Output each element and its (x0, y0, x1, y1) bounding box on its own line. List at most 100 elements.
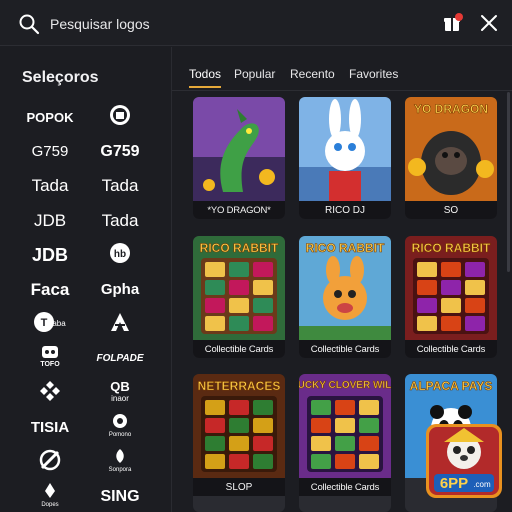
provider-label: SING (100, 487, 140, 505)
svg-text:Dopes: Dopes (41, 502, 58, 507)
diamond-cluster-icon (38, 379, 62, 408)
game-thumbnail: RICO RABBIT (193, 236, 285, 340)
provider-tofo-logo[interactable]: TOFO (10, 345, 90, 373)
provider-sonpora-logo[interactable]: Sonpora (80, 448, 160, 476)
game-card[interactable]: RICO DJ (299, 97, 391, 219)
sidebar-title: Seleçoros (22, 69, 99, 86)
active-tab-indicator (189, 86, 221, 88)
game-card[interactable]: *YO DRAGON* (193, 97, 285, 219)
provider-dopes-logo[interactable]: Dopes (10, 483, 90, 511)
slash-emblem-icon (38, 448, 62, 477)
game-thumbnail: NETERRACES (193, 374, 285, 478)
cat-badge-icon (109, 104, 131, 131)
game-card[interactable]: NETERRACES SLOP (193, 374, 285, 512)
provider-tada[interactable]: Tada (10, 172, 90, 200)
svg-text:T: T (41, 317, 48, 329)
top-bar: Pesquisar logos (0, 0, 512, 46)
provider-label: G759 (31, 143, 69, 160)
sonpora-logo-icon: Sonpora (105, 447, 135, 478)
svg-text:Sonpora: Sonpora (109, 467, 132, 473)
provider-label: Faca (30, 279, 70, 299)
provider-jdb[interactable]: JDB (10, 241, 90, 269)
game-thumbnail: RICO RABBIT (405, 236, 497, 340)
tofo-logo-icon: TOFO (38, 344, 62, 373)
svg-text:aba: aba (52, 319, 66, 328)
game-card[interactable]: LUCKY CLOVER WILD Collectible Cards (299, 374, 391, 512)
provider-label: FOLPADE (96, 353, 144, 364)
game-card[interactable]: RICO RABBIT Collectible Cards (299, 236, 391, 358)
svg-text:inaor: inaor (111, 394, 129, 403)
game-title: SO (405, 201, 497, 219)
tab-todos[interactable]: Todos (189, 67, 221, 81)
svg-text:Pomono: Pomono (109, 432, 132, 438)
promo-sub: .com (473, 480, 491, 489)
card-banner: RICO RABBIT (306, 241, 385, 255)
provider-folpade[interactable]: FOLPADE (80, 345, 160, 373)
provider-tada[interactable]: Tada (80, 172, 160, 200)
provider-tisia[interactable]: TISIA (10, 414, 90, 442)
provider-label: TISIA (30, 419, 70, 436)
provider-hb-logo[interactable]: hb (80, 241, 160, 269)
search-input[interactable]: Pesquisar logos (50, 16, 150, 32)
a-emblem-icon (109, 311, 131, 338)
close-icon[interactable] (479, 13, 499, 33)
svg-text:hb: hb (114, 249, 126, 260)
search-icon[interactable] (18, 13, 40, 35)
game-card[interactable]: YO DRAGON SO (405, 97, 497, 219)
provider-cat-badge[interactable] (80, 103, 160, 131)
game-title: *YO DRAGON* (193, 201, 285, 219)
game-title: RICO DJ (299, 201, 391, 219)
tab-favorites[interactable]: Favorites (349, 67, 398, 81)
card-banner: LUCKY CLOVER WILD (299, 380, 391, 391)
game-thumbnail (299, 97, 391, 201)
card-banner: RICO RABBIT (200, 241, 279, 255)
provider-a-emblem[interactable] (80, 310, 160, 338)
card-banner: YO DRAGON (414, 102, 488, 116)
qb-inaor-logo-icon: QB inaor (105, 378, 135, 409)
scrollbar[interactable] (507, 92, 510, 272)
provider-popok[interactable]: POPOK (10, 103, 90, 131)
game-title: Collectible Cards (299, 340, 391, 358)
provider-gpha[interactable]: Gpha (80, 276, 160, 304)
hb-logo-icon: hb (109, 242, 131, 269)
game-card[interactable]: RICO RABBIT Collectible Cards (405, 236, 497, 358)
card-banner: RICO RABBIT (412, 241, 491, 255)
provider-qb-inaor-logo[interactable]: QB inaor (80, 379, 160, 407)
game-thumbnail: LUCKY CLOVER WILD (299, 374, 391, 478)
tab-recento[interactable]: Recento (290, 67, 335, 81)
pomono-logo-icon: Pomono (105, 412, 135, 443)
provider-slash-emblem[interactable] (10, 448, 90, 476)
provider-label: Tada (101, 176, 139, 195)
provider-label: G759 (100, 142, 140, 160)
game-thumbnail: RICO RABBIT (299, 236, 391, 340)
game-card[interactable]: RICO RABBIT Collectible Cards (193, 236, 285, 358)
taba-logo-icon: Taba (33, 311, 67, 338)
provider-faca[interactable]: Faca (10, 276, 90, 304)
game-thumbnail: YO DRAGON (405, 97, 497, 201)
provider-label: POPOK (26, 109, 74, 125)
tabs-divider (172, 90, 512, 91)
svg-text:QB: QB (110, 379, 130, 394)
provider-label: JDB (31, 244, 68, 265)
dopes-logo-icon: Dopes (35, 481, 65, 512)
promo-label: 6PP (440, 475, 468, 492)
provider-sing[interactable]: SING (80, 483, 160, 511)
game-title: Collectible Cards (405, 340, 497, 358)
provider-taba-logo[interactable]: Taba (10, 310, 90, 338)
provider-tada[interactable]: Tada (80, 207, 160, 235)
provider-sidebar: Seleçoros POPOK G759 G759 Tada Tada JDB Tada JD… (0, 47, 172, 512)
game-title: Collectible Cards (299, 478, 391, 496)
game-title: Collectible Cards (193, 340, 285, 358)
provider-label: JDB (33, 210, 67, 230)
promo-badge[interactable]: 6PP .com (424, 422, 504, 500)
game-thumbnail (193, 97, 285, 201)
provider-jdb[interactable]: JDB (10, 207, 90, 235)
provider-diamond-cluster[interactable] (10, 379, 90, 407)
provider-g759[interactable]: G759 (10, 138, 90, 166)
provider-g759[interactable]: G759 (80, 138, 160, 166)
provider-pomono-logo[interactable]: Pomono (80, 414, 160, 442)
provider-label: Gpha (100, 281, 140, 298)
card-banner: ALPACA PAYS (410, 379, 493, 393)
tab-popular[interactable]: Popular (234, 67, 275, 81)
gift-notification-icon[interactable] (442, 12, 464, 34)
